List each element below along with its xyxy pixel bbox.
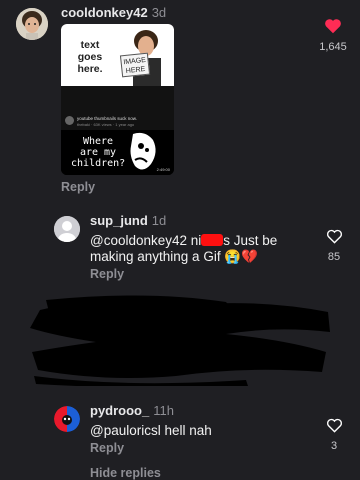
heart-filled-icon <box>325 19 341 34</box>
comment-username[interactable]: pydrooo_ 11h <box>90 403 174 418</box>
comment-item: cooldonkey42 3d text goes here. IMAGE HER… <box>0 0 360 200</box>
reply-button[interactable]: Reply <box>61 180 95 194</box>
comment-username[interactable]: cooldonkey42 3d <box>61 5 166 20</box>
comment-text-part: @cooldonkey42 ni <box>90 233 202 248</box>
comment-age: 11h <box>153 403 174 418</box>
reply-button[interactable]: Reply <box>90 267 124 281</box>
comment-username[interactable]: sup_jund 1d <box>90 213 166 228</box>
gif-top-text: text goes here. <box>77 39 103 75</box>
gif-video-meta: youtube thumbnails suck now. thebaki · 6… <box>61 86 174 130</box>
avatar[interactable] <box>16 8 48 40</box>
avatar[interactable] <box>54 216 80 242</box>
comment-text: @pauloricsl hell nah <box>90 423 212 438</box>
username-text[interactable]: sup_jund <box>90 213 148 228</box>
username-text[interactable]: cooldonkey42 <box>61 5 148 20</box>
like-count: 3 <box>330 440 338 452</box>
avatar-image <box>54 406 80 432</box>
like-button[interactable]: 1,645 <box>313 18 353 53</box>
comment-item: sup_jund 1d @cooldonkey42 ni s Just be mak… <box>0 205 360 285</box>
black-redaction <box>30 295 330 386</box>
red-redaction <box>201 234 224 246</box>
username-text[interactable]: pydrooo_ <box>90 403 149 418</box>
comment-age: 1d <box>151 213 167 228</box>
gif-meta-title: youtube thumbnails suck now. <box>77 116 138 121</box>
channel-icon <box>65 116 74 125</box>
reply-button[interactable]: Reply <box>90 441 124 455</box>
comment-age: 3d <box>151 5 167 20</box>
default-avatar-icon <box>54 216 80 242</box>
like-count: 85 <box>327 251 341 263</box>
gif-duration: 2:49:00 <box>156 167 170 172</box>
avatar-image <box>16 8 48 40</box>
gif-caption: Where are my children? <box>71 136 126 169</box>
heart-outline-icon <box>326 229 342 244</box>
like-count: 1,645 <box>319 41 347 53</box>
hide-replies-button[interactable]: Hide replies <box>90 466 161 480</box>
avatar[interactable] <box>54 406 80 432</box>
comment-text: @cooldonkey42 ni s Just be making anythin… <box>90 233 305 265</box>
gif-attachment[interactable]: text goes here. IMAGE HERE youtube thumb… <box>61 24 174 175</box>
like-button[interactable]: 85 <box>314 229 354 263</box>
gif-meta-sub: thebaki · 63K views · 1 year ago <box>77 122 135 127</box>
gif-sign: IMAGE HERE <box>119 52 151 78</box>
like-button[interactable]: 3 <box>314 418 354 452</box>
heart-outline-icon <box>326 418 342 433</box>
comment-item: pydrooo_ 11h @pauloricsl hell nah Reply 3 <box>0 398 360 460</box>
